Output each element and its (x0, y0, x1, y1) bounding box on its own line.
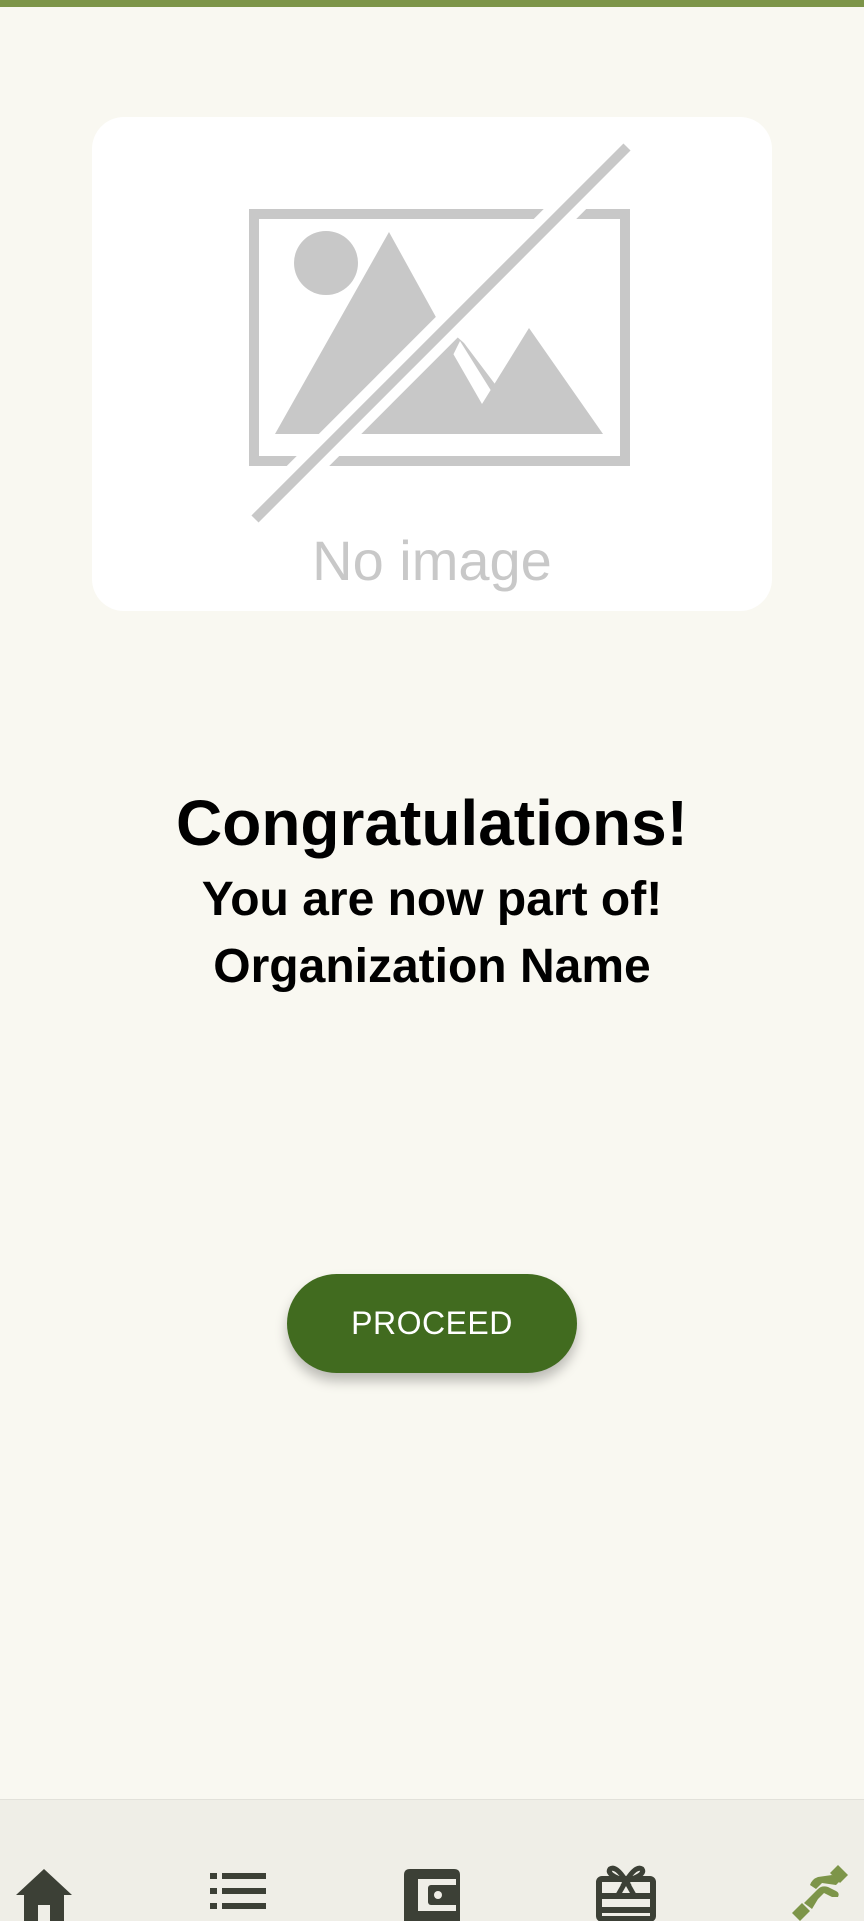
congratulations-title: Congratulations! (176, 787, 688, 859)
gift-card-icon (596, 1865, 656, 1921)
bottom-navigation-bar (0, 1799, 864, 1921)
nav-item-list[interactable] (178, 1800, 298, 1921)
nav-item-wallet[interactable] (372, 1800, 492, 1921)
home-icon (16, 1869, 72, 1921)
nav-item-gift-card[interactable] (566, 1800, 686, 1921)
top-accent-bar (0, 0, 864, 7)
handshake-icon (792, 1865, 848, 1921)
nav-item-handshake[interactable] (760, 1800, 864, 1921)
membership-message: You are now part of! (201, 873, 663, 926)
wallet-icon (404, 1869, 460, 1921)
list-icon (210, 1873, 266, 1909)
proceed-button[interactable]: PROCEED (287, 1274, 577, 1373)
no-image-label: No image (312, 529, 552, 592)
nav-item-home[interactable] (0, 1800, 104, 1921)
organization-name: Organization Name (213, 940, 651, 993)
